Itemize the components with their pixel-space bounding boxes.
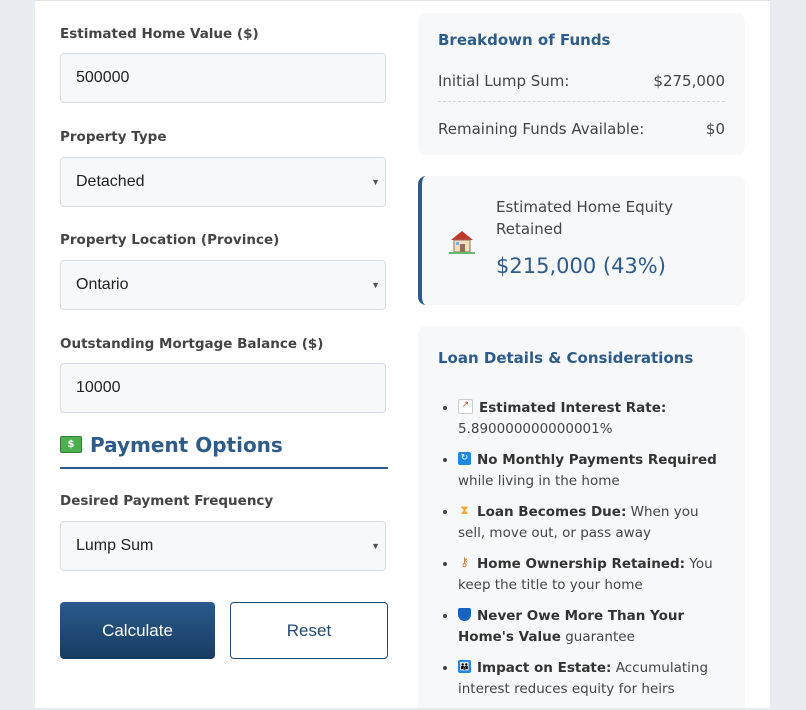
list-item: ↻ No Monthly Payments Required while livi…: [458, 450, 728, 492]
shield-icon: [458, 607, 471, 621]
row-value: $275,000: [653, 72, 725, 90]
item-text: while living in the home: [458, 473, 620, 489]
equity-label: Estimated Home Equity Retained: [496, 198, 674, 238]
item-text: 5.890000000000001%: [458, 421, 613, 437]
equity-panel: Estimated Home Equity Retained $215,000 …: [418, 176, 745, 305]
equity-value: $215,000 (43%): [496, 254, 666, 278]
reset-button[interactable]: Reset: [230, 602, 388, 659]
province-select[interactable]: Ontario ▼: [60, 260, 386, 310]
calculate-button[interactable]: Calculate: [60, 602, 215, 659]
house-icon: [449, 231, 475, 254]
item-text: guarantee: [565, 629, 635, 645]
mortgage-input[interactable]: 10000: [60, 363, 386, 413]
province-value: Ontario: [76, 276, 129, 293]
home-value-input[interactable]: 500000: [60, 53, 386, 103]
list-item: ⧗Loan Becomes Due: When you sell, move o…: [458, 502, 728, 544]
payment-frequency-select[interactable]: Lump Sum ▼: [60, 521, 386, 571]
mortgage-value: 10000: [76, 379, 121, 396]
breakdown-title: Breakdown of Funds: [438, 31, 611, 49]
list-item: ↗ Estimated Interest Rate: 5.8900000000000…: [458, 398, 728, 440]
item-bold: No Monthly Payments Required: [477, 452, 717, 468]
calculator-card: Estimated Home Value ($) 500000 Property…: [35, 0, 770, 708]
payment-frequency-value: Lump Sum: [76, 537, 154, 554]
item-bold: Home Ownership Retained:: [477, 556, 686, 572]
list-item: Never Owe More Than Your Home's Value gu…: [458, 606, 728, 648]
chevron-down-icon: ▼: [371, 541, 380, 551]
money-icon: $: [60, 436, 82, 453]
loan-details-panel: Loan Details & Considerations ↗ Estimated…: [418, 326, 745, 708]
breakdown-panel: Breakdown of Funds Initial Lump Sum: $27…: [418, 13, 745, 155]
chevron-down-icon: ▼: [371, 177, 380, 187]
refresh-icon: ↻: [458, 451, 471, 465]
property-type-value: Detached: [76, 173, 145, 190]
chevron-down-icon: ▼: [371, 280, 380, 290]
hourglass-icon: ⧗: [460, 502, 469, 517]
chart-icon: ↗: [458, 398, 473, 414]
list-item: ⚷Home Ownership Retained: You keep the t…: [458, 554, 728, 596]
item-bold: Impact on Estate:: [477, 660, 612, 676]
property-type-select[interactable]: Detached ▼: [60, 157, 386, 207]
family-icon: 👪: [458, 659, 471, 673]
item-bold: Estimated Interest Rate:: [479, 400, 667, 416]
list-item: 👪Impact on Estate: Accumulating interest…: [458, 658, 728, 700]
breakdown-row: Initial Lump Sum: $275,000: [438, 72, 725, 102]
province-label: Property Location (Province): [60, 232, 280, 248]
row-label: Remaining Funds Available:: [438, 120, 645, 138]
home-value-label: Estimated Home Value ($): [60, 26, 259, 42]
row-label: Initial Lump Sum:: [438, 72, 570, 90]
loan-details-list: ↗ Estimated Interest Rate: 5.8900000000000…: [438, 398, 728, 710]
loan-details-title: Loan Details & Considerations: [438, 349, 694, 367]
home-value-text: 500000: [76, 69, 130, 86]
item-bold: Loan Becomes Due:: [477, 504, 627, 520]
payment-options-title: Payment Options: [90, 433, 283, 457]
payment-frequency-label: Desired Payment Frequency: [60, 493, 274, 509]
breakdown-row: Remaining Funds Available: $0: [438, 120, 725, 138]
row-value: $0: [705, 120, 725, 138]
key-icon: ⚷: [460, 554, 469, 569]
property-type-label: Property Type: [60, 129, 167, 145]
payment-options-heading: $ Payment Options: [60, 433, 388, 469]
mortgage-label: Outstanding Mortgage Balance ($): [60, 336, 324, 352]
